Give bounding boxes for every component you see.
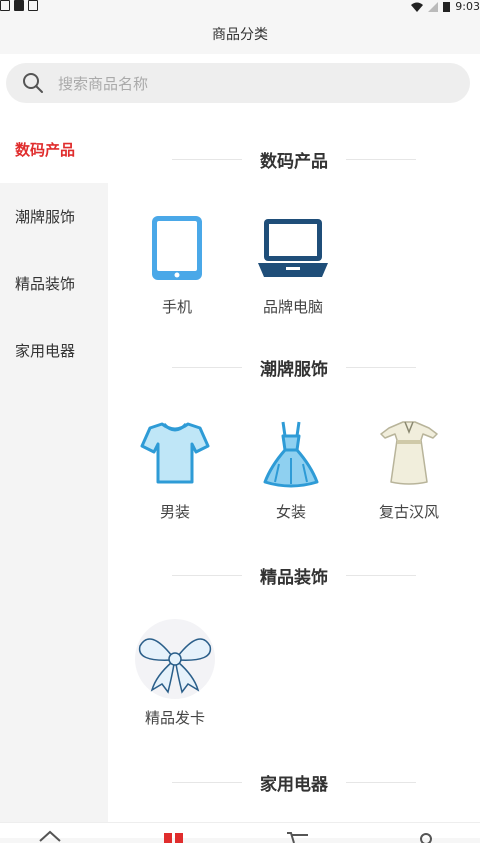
- notification-icon: [14, 0, 24, 11]
- sidebar-item-label: 数码产品: [15, 141, 76, 159]
- search-area: 搜索商品名称: [0, 54, 480, 116]
- hanfu-icon: [354, 413, 464, 493]
- section-header: 家用电器: [108, 772, 480, 795]
- page-title-bar: 商品分类: [0, 14, 480, 54]
- category-sidebar: 数码产品 潮牌服饰 精品装饰 家用电器: [0, 116, 108, 822]
- category-item-label: 复古汉风: [378, 503, 439, 521]
- section-header: 数码产品: [108, 149, 480, 172]
- bow-icon: [120, 619, 230, 699]
- section-header: 精品装饰: [108, 565, 480, 588]
- category-item-label: 精品发卡: [144, 709, 205, 727]
- divider: [172, 574, 242, 576]
- profile-icon[interactable]: [414, 829, 438, 843]
- category-content: 数码产品 手机 品牌电脑 潮牌服饰 男装 女装 复古汉风 精品装饰 精品发卡 家…: [108, 116, 480, 822]
- category-icon[interactable]: [162, 829, 186, 843]
- search-input[interactable]: 搜索商品名称: [6, 63, 470, 103]
- divider: [346, 781, 416, 783]
- sidebar-item-label: 精品装饰: [15, 275, 76, 293]
- signal-icon: [428, 1, 439, 12]
- laptop-icon: [238, 208, 348, 288]
- dress-icon: [236, 413, 346, 493]
- cart-icon[interactable]: [286, 829, 310, 843]
- divider: [172, 781, 242, 783]
- category-item-hanfu[interactable]: 复古汉风: [354, 413, 464, 522]
- section-title: 数码产品: [260, 151, 328, 172]
- section-header: 潮牌服饰: [108, 357, 480, 380]
- divider: [346, 366, 416, 368]
- section-title: 潮牌服饰: [260, 359, 328, 380]
- category-item-womenswear[interactable]: 女装: [236, 413, 346, 522]
- divider: [346, 158, 416, 160]
- category-item-phone[interactable]: 手机: [122, 208, 232, 317]
- category-item-label: 手机: [161, 298, 192, 316]
- category-item-label: 女装: [275, 503, 306, 521]
- sidebar-item-digital[interactable]: 数码产品: [0, 116, 108, 183]
- divider: [172, 158, 242, 160]
- sidebar-item-appliances[interactable]: 家用电器: [0, 317, 108, 384]
- search-icon: [22, 72, 44, 94]
- sidebar-item-label: 潮牌服饰: [15, 208, 76, 226]
- home-icon[interactable]: [38, 829, 62, 843]
- page-title: 商品分类: [212, 27, 268, 43]
- category-item-menswear[interactable]: 男装: [120, 413, 230, 522]
- category-item-hairclip[interactable]: 精品发卡: [120, 619, 230, 728]
- category-item-label: 品牌电脑: [262, 298, 323, 316]
- battery-icon: [443, 2, 451, 12]
- sidebar-item-decor[interactable]: 精品装饰: [0, 250, 108, 317]
- section-title: 家用电器: [260, 774, 328, 795]
- tshirt-icon: [120, 413, 230, 493]
- notification-icon: [28, 0, 38, 11]
- sidebar-item-fashion[interactable]: 潮牌服饰: [0, 183, 108, 250]
- section-title: 精品装饰: [260, 567, 328, 588]
- status-time: 9:03: [455, 0, 480, 13]
- wifi-icon: [411, 2, 424, 12]
- bottom-tab-bar: [0, 822, 480, 843]
- notification-icon: [0, 0, 10, 11]
- tablet-icon: [122, 208, 232, 288]
- search-placeholder: 搜索商品名称: [58, 74, 149, 93]
- category-item-laptop[interactable]: 品牌电脑: [238, 208, 348, 317]
- sidebar-item-label: 家用电器: [15, 342, 76, 360]
- divider: [346, 574, 416, 576]
- category-item-label: 男装: [159, 503, 190, 521]
- divider: [172, 366, 242, 368]
- status-bar: 9:03: [0, 0, 480, 14]
